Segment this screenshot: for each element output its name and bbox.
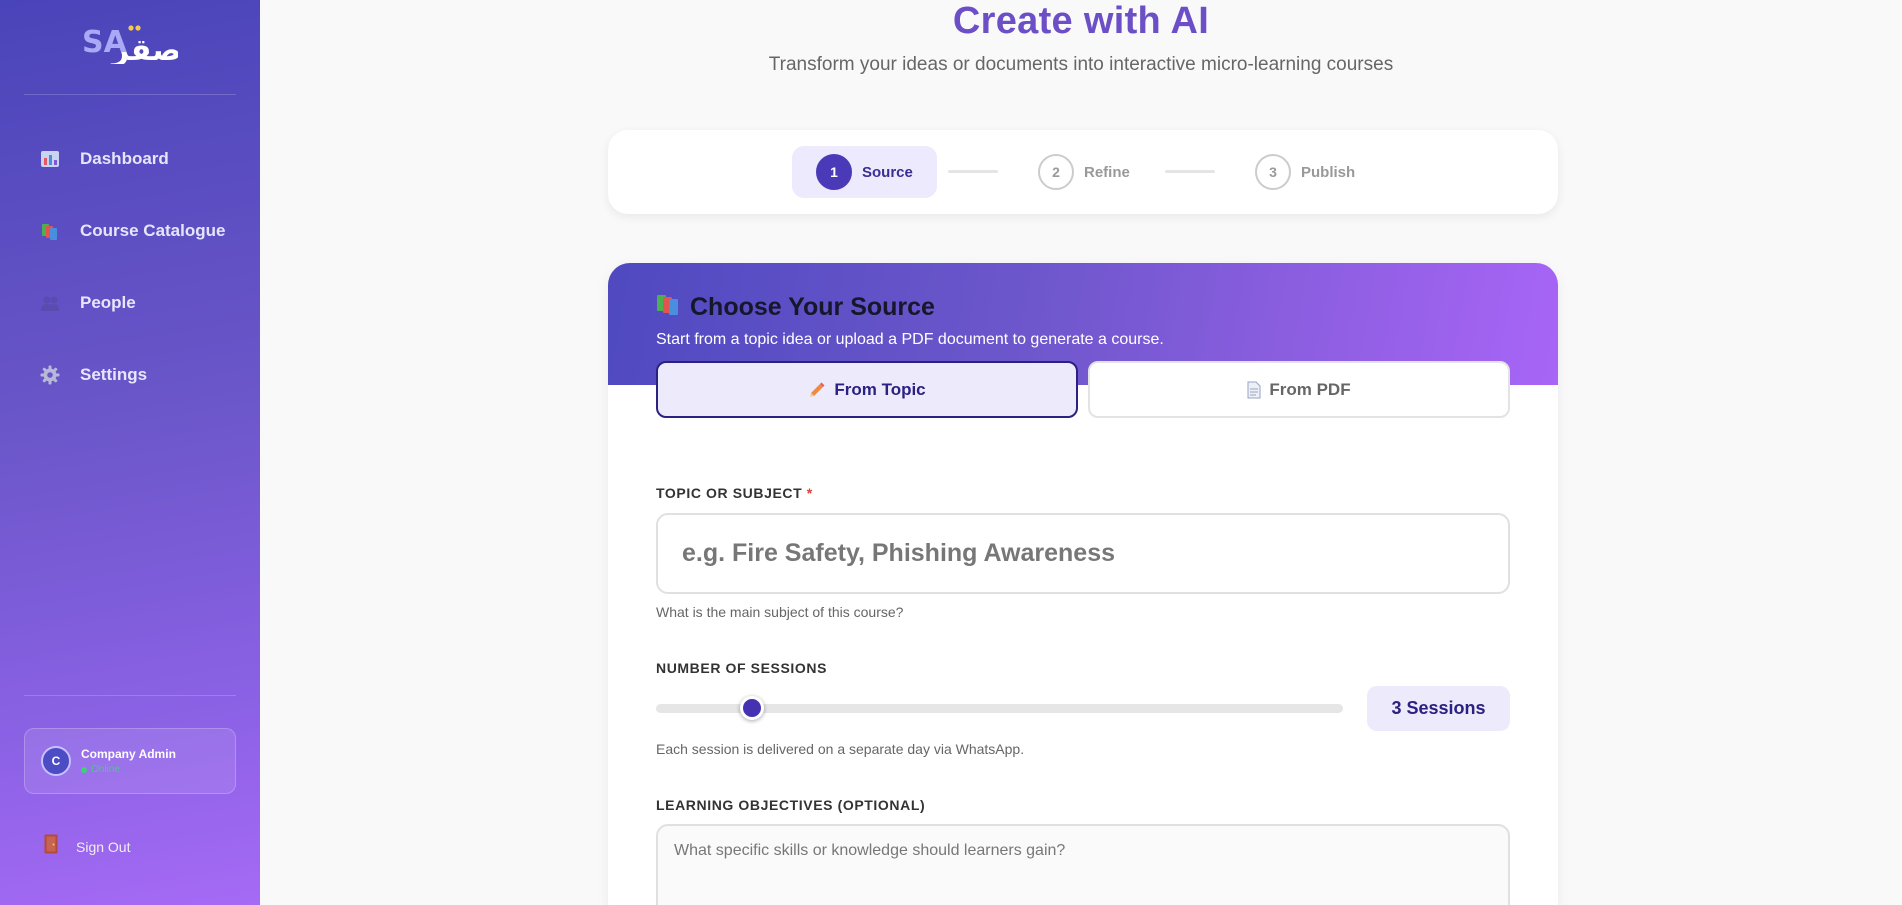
objectives-label: LEARNING OBJECTIVES (OPTIONAL) <box>656 797 926 813</box>
user-info: Company Admin Online <box>81 747 176 775</box>
step-number: 2 <box>1038 154 1074 190</box>
sidebar-item-people[interactable]: People <box>40 283 136 323</box>
pencil-icon <box>808 381 826 399</box>
document-icon <box>1247 381 1261 399</box>
objectives-textarea[interactable] <box>656 824 1510 905</box>
step-publish[interactable]: 3 Publish <box>1255 146 1355 198</box>
dashboard-icon <box>40 149 60 169</box>
step-label: Publish <box>1301 163 1356 181</box>
progress-stepper: 1 Source 2 Refine 3 Publish <box>608 130 1558 214</box>
page-title: Create with AI <box>952 0 1210 42</box>
tab-label: From Topic <box>834 379 926 399</box>
sign-out-label: Sign Out <box>76 838 131 855</box>
step-number: 3 <box>1255 154 1291 190</box>
sessions-label: NUMBER OF SESSIONS <box>656 660 828 676</box>
step-refine[interactable]: 2 Refine <box>1038 146 1130 198</box>
sessions-hint: Each session is delivered on a separate … <box>656 741 1025 757</box>
step-source[interactable]: 1 Source <box>792 146 937 198</box>
sidebar-item-dashboard[interactable]: Dashboard <box>40 139 169 179</box>
gear-icon <box>40 365 60 385</box>
books-icon <box>40 221 60 241</box>
topic-hint: What is the main subject of this course? <box>656 604 904 620</box>
sidebar: SA صقر Dashboard Course Catalogue People… <box>0 0 260 905</box>
sidebar-item-label: Course Catalogue <box>80 221 226 240</box>
step-label: Refine <box>1084 163 1130 181</box>
step-number: 1 <box>816 154 852 190</box>
card-title-text: Choose Your Source <box>690 293 935 321</box>
sidebar-divider <box>24 94 236 95</box>
step-label: Source <box>862 163 913 181</box>
step-connector <box>948 170 998 173</box>
user-profile-card[interactable]: C Company Admin Online <box>24 728 236 794</box>
people-icon <box>40 293 60 313</box>
books-icon <box>656 293 682 322</box>
sidebar-item-label: People <box>80 293 136 312</box>
sidebar-divider <box>24 695 236 696</box>
tab-label: From PDF <box>1269 379 1351 399</box>
user-name: Company Admin <box>81 747 176 761</box>
sidebar-item-label: Dashboard <box>80 149 169 168</box>
topic-input[interactable] <box>656 513 1510 594</box>
sidebar-item-course-catalogue[interactable]: Course Catalogue <box>40 211 225 251</box>
card-description: Start from a topic idea or upload a PDF … <box>656 331 1164 348</box>
user-status: Online <box>81 764 176 775</box>
required-mark: * <box>806 485 813 501</box>
sidebar-item-label: Settings <box>80 365 148 384</box>
page-subtitle: Transform your ideas or documents into i… <box>768 54 1394 75</box>
tab-from-pdf[interactable]: From PDF <box>1088 361 1510 418</box>
step-connector <box>1165 170 1215 173</box>
avatar: C <box>41 746 71 776</box>
sidebar-item-settings[interactable]: Settings <box>40 355 147 395</box>
card-title: Choose Your Source <box>656 293 935 322</box>
topic-label: TOPIC OR SUBJECT * <box>656 485 813 501</box>
svg-text:صقر: صقر <box>110 33 178 64</box>
brand-logo[interactable]: SA صقر <box>82 20 181 68</box>
topic-label-text: TOPIC OR SUBJECT <box>656 485 803 501</box>
door-icon <box>44 834 58 859</box>
status-dot-icon <box>81 766 87 773</box>
user-status-text: Online <box>91 764 120 775</box>
sessions-slider-thumb[interactable] <box>740 696 765 720</box>
source-card: Choose Your Source Start from a topic id… <box>608 263 1558 905</box>
tab-from-topic[interactable]: From Topic <box>656 361 1078 418</box>
sessions-count-badge: 3 Sessions <box>1367 686 1510 731</box>
sign-out-button[interactable]: Sign Out <box>44 834 130 859</box>
